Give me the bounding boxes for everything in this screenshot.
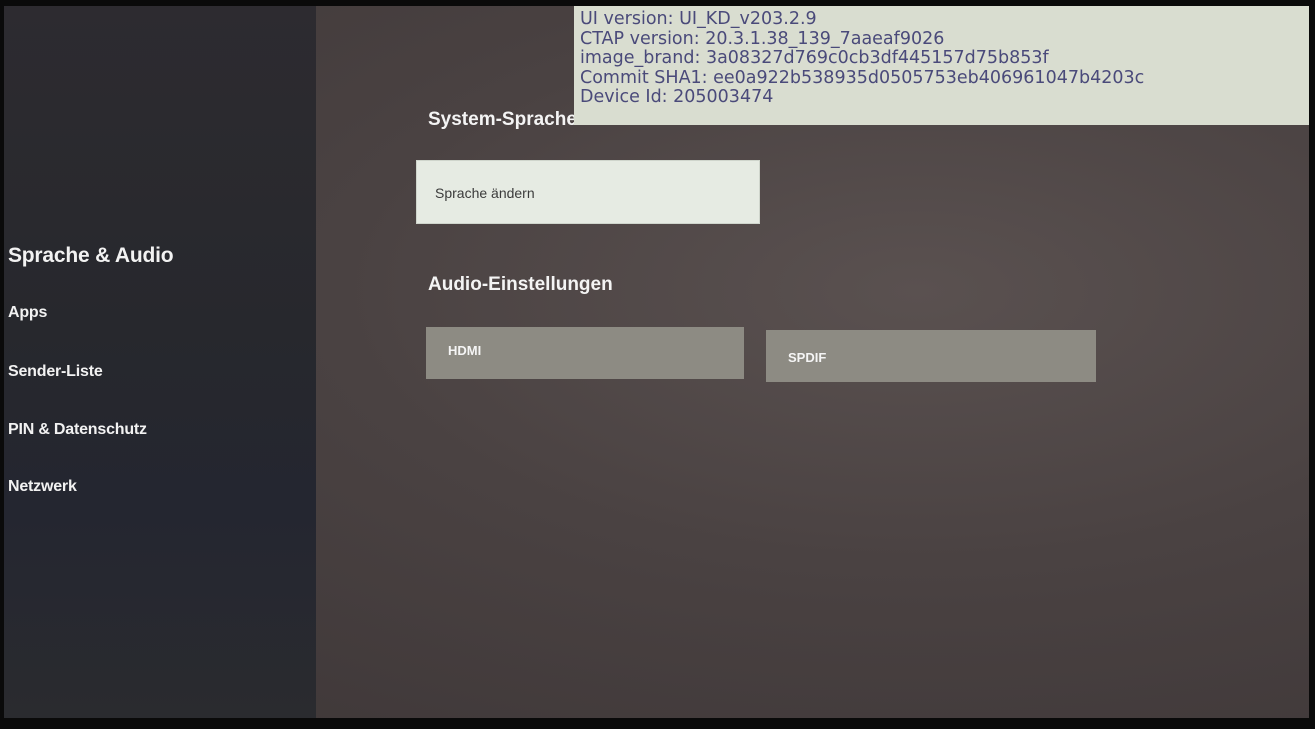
change-language-button[interactable]: Sprache ändern [416,160,760,224]
settings-sidebar: Sprache & Audio Apps Sender-Liste PIN & … [4,6,316,718]
debug-device-id: Device Id: 205003474 [580,87,774,107]
sidebar-item-sprache-audio[interactable]: Sprache & Audio [8,244,174,268]
spdif-button[interactable]: SPDIF [766,330,1096,382]
debug-commit-sha: Commit SHA1: ee0a922b538935d0505753eb406… [580,67,1145,88]
system-language-heading: System-Sprache [428,109,577,130]
sidebar-item-sender-liste[interactable]: Sender-Liste [8,363,103,381]
sidebar-item-apps[interactable]: Apps [8,304,47,322]
audio-settings-heading: Audio-Einstellungen [428,274,613,295]
tv-screen-frame: Sprache & Audio Apps Sender-Liste PIN & … [0,0,1315,729]
sidebar-item-netzwerk[interactable]: Netzwerk [8,478,77,496]
hdmi-button[interactable]: HDMI [426,327,744,379]
sidebar-item-pin-datenschutz[interactable]: PIN & Datenschutz [8,421,147,439]
debug-image-brand: image_brand: 3a08327d769c0cb3df445157d75… [580,48,1049,68]
settings-screen: Sprache & Audio Apps Sender-Liste PIN & … [4,6,1309,718]
debug-ctap-version: CTAP version: 20.3.1.38_139_7aaeaf9026 [580,28,945,49]
debug-info-overlay: UI version: UI_KD_v203.2.9 CTAP version:… [574,6,1309,125]
debug-ui-version: UI version: UI_KD_v203.2.9 [580,9,817,29]
